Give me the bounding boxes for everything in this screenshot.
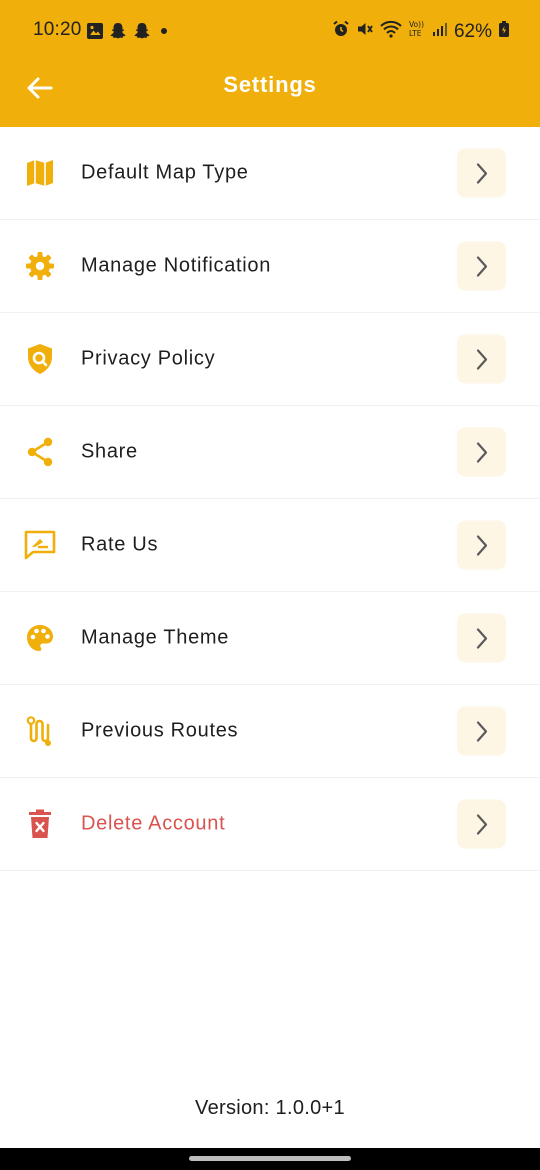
status-bar: 10:20 Vo)) LTE 62% [0,0,540,62]
settings-item-label: Rate Us [81,533,159,556]
settings-item-delete-account[interactable]: Delete Account [0,778,540,871]
volte-icon: Vo)) LTE [408,19,426,45]
page-title: Settings [223,72,317,97]
settings-item-privacy-policy[interactable]: Privacy Policy [0,313,540,406]
home-indicator[interactable] [189,1156,351,1161]
svg-text:LTE: LTE [409,29,422,38]
settings-item-label: Privacy Policy [81,347,216,370]
settings-item-manage-notification[interactable]: Manage Notification [0,220,540,313]
version-label: Version: 1.0.0+1 [195,1097,345,1119]
chevron-right-icon[interactable] [457,241,506,291]
delete-icon [22,806,58,842]
chevron-right-icon[interactable] [457,334,506,384]
battery-icon [498,20,510,44]
system-nav-bar [0,1148,540,1170]
battery-percent: 62% [453,21,492,42]
signal-icon [432,21,448,43]
chevron-right-icon[interactable] [457,613,506,663]
share-icon [22,434,58,470]
dot-icon [156,23,172,45]
settings-item-label: Previous Routes [81,719,239,742]
alarm-icon [332,20,350,44]
settings-item-label: Share [81,440,138,463]
settings-item-label: Default Map Type [81,161,249,184]
settings-item-share[interactable]: Share [0,406,540,499]
gear-icon [22,248,58,284]
chevron-right-icon[interactable] [457,427,506,477]
settings-item-previous-routes[interactable]: Previous Routes [0,685,540,778]
chevron-right-icon[interactable] [457,148,506,198]
wifi-icon [380,20,402,44]
settings-item-label: Delete Account [81,812,226,835]
route-icon [22,713,58,749]
settings-list: Default Map Type Manage Notification Pri… [0,127,540,871]
chevron-right-icon[interactable] [457,520,506,570]
gallery-icon [86,22,104,46]
map-icon [22,155,58,191]
settings-item-label: Manage Notification [81,254,272,277]
rate-icon [22,527,58,563]
settings-item-default-map-type[interactable]: Default Map Type [0,127,540,220]
snapchat-icon [132,21,152,47]
settings-item-label: Manage Theme [81,626,230,649]
mute-icon [356,20,374,44]
settings-item-rate-us[interactable]: Rate Us [0,499,540,592]
snapchat-icon [108,21,128,47]
app-bar: 10:20 Vo)) LTE 62% Settings [0,0,540,127]
svg-text:Vo)): Vo)) [409,20,424,29]
status-left-icons [86,21,172,47]
privacy-shield-icon [22,341,58,377]
palette-icon [22,620,58,656]
settings-item-manage-theme[interactable]: Manage Theme [0,592,540,685]
status-time: 10:20 [33,19,82,40]
chevron-right-icon[interactable] [457,706,506,756]
chevron-right-icon[interactable] [457,799,506,849]
status-right-icons: Vo)) LTE 62% [332,19,510,45]
